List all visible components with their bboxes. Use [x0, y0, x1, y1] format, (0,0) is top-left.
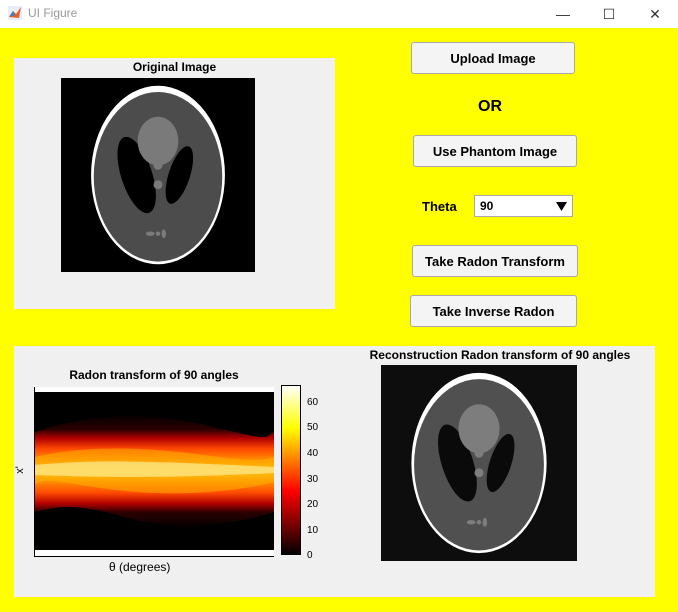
colorbar-tick-label: 40	[307, 448, 319, 459]
dropdown-arrow-icon	[556, 202, 567, 211]
or-label: OR	[478, 98, 502, 115]
matlab-logo-icon	[8, 6, 22, 20]
maximize-icon: ☐	[602, 5, 616, 22]
close-icon: ✕	[649, 5, 661, 22]
original-phantom-image	[61, 78, 255, 272]
colorbar-tick-label: 10	[307, 525, 319, 536]
original-image-title: Original Image	[132, 60, 217, 74]
title-bar: UI Figure — ☐ ✕	[0, 0, 678, 28]
reconstruction-title: Reconstruction Radon transform of 90 ang…	[369, 348, 631, 362]
colorbar	[281, 385, 301, 555]
minimize-icon: —	[556, 6, 570, 22]
theta-value: 90	[480, 199, 494, 213]
minimize-button[interactable]: —	[540, 0, 586, 28]
close-button[interactable]: ✕	[632, 0, 678, 28]
colorbar-tick-label: 30	[307, 474, 319, 485]
sinogram-axes	[34, 387, 274, 557]
take-radon-transform-button[interactable]: Take Radon Transform	[412, 245, 578, 277]
maximize-button[interactable]: ☐	[586, 0, 632, 28]
sinogram-xlabel: θ (degrees)	[109, 560, 171, 574]
take-inverse-radon-button[interactable]: Take Inverse Radon	[410, 295, 577, 327]
window-title: UI Figure	[28, 6, 78, 20]
sinogram-ylabel: x'	[13, 466, 26, 474]
original-image-panel: Original Image	[14, 58, 335, 309]
colorbar-tick-label: 60	[307, 397, 319, 408]
use-phantom-image-button[interactable]: Use Phantom Image	[413, 135, 577, 167]
colorbar-tick-label: 0	[307, 550, 313, 561]
sinogram-title: Radon transform of 90 angles	[69, 368, 239, 382]
theta-label: Theta	[422, 199, 457, 214]
results-panel: Radon transform of 90 angles x' θ (degre…	[14, 346, 655, 597]
colorbar-tick-label: 50	[307, 422, 319, 433]
upload-image-button[interactable]: Upload Image	[411, 42, 575, 74]
reconstruction-image	[381, 365, 577, 561]
theta-dropdown[interactable]: 90	[474, 195, 573, 217]
colorbar-tick-label: 20	[307, 499, 319, 510]
